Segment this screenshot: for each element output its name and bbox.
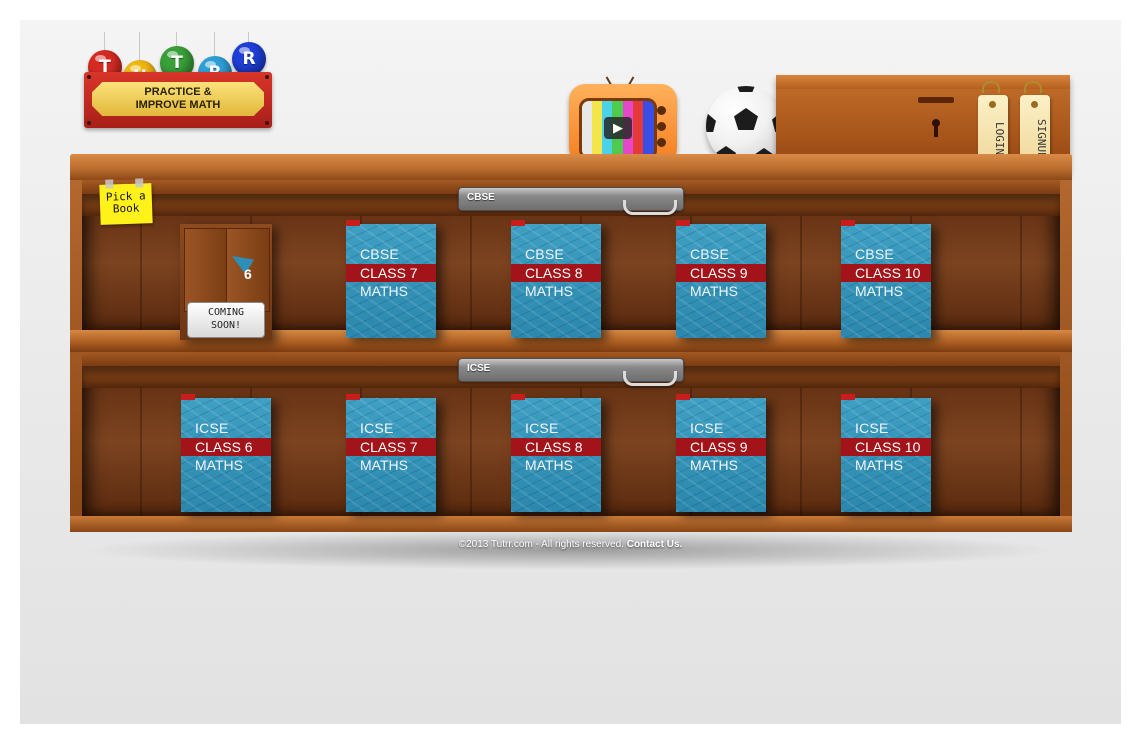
coming-line-2: SOON! bbox=[210, 320, 242, 331]
book-subject: MATHS bbox=[855, 283, 903, 299]
footer: ©2013 Tutrr.com - All rights reserved. C… bbox=[20, 539, 1121, 550]
shelf-top bbox=[70, 154, 1072, 180]
book-board: ICSE bbox=[360, 420, 394, 436]
section-name: ICSE bbox=[467, 363, 491, 374]
book-subject: MATHS bbox=[690, 457, 738, 473]
logo-string bbox=[139, 32, 140, 62]
book-board: ICSE bbox=[195, 420, 229, 436]
tagline-line-1: PRACTICE & bbox=[144, 86, 212, 98]
shelf-bottom bbox=[70, 516, 1072, 532]
rivet bbox=[87, 121, 91, 125]
section-label-icse[interactable]: ICSE bbox=[458, 358, 684, 386]
book-class: CLASS 7 bbox=[346, 264, 436, 282]
drawer-handle-icon bbox=[623, 371, 677, 386]
book-class: CLASS 6 bbox=[181, 438, 271, 456]
book-board: CBSE bbox=[360, 246, 399, 262]
tutrr-logo[interactable]: T U T R R PRACTICE & IMPROVE MATH bbox=[84, 32, 274, 132]
tv-icon: ▶ bbox=[569, 84, 677, 164]
drawer-handle-icon bbox=[623, 200, 677, 215]
book-icse-class-9[interactable]: ICSE CLASS 9 MATHS bbox=[676, 394, 766, 512]
book-subject: MATHS bbox=[360, 283, 408, 299]
section-name: CBSE bbox=[467, 192, 495, 203]
book-class: CLASS 10 bbox=[841, 438, 931, 456]
book-placeholder-coming-soon: 6 COMING SOON! bbox=[180, 224, 272, 340]
book-cbse-class-8[interactable]: CBSE CLASS 8 MATHS bbox=[511, 220, 601, 338]
cabinet-door bbox=[184, 228, 228, 312]
tape-icon bbox=[105, 179, 114, 189]
book-cbse-class-10[interactable]: CBSE CLASS 10 MATHS bbox=[841, 220, 931, 338]
book-subject: MATHS bbox=[525, 457, 573, 473]
coming-soon-badge: COMING SOON! bbox=[187, 302, 265, 338]
book-subject: MATHS bbox=[690, 283, 738, 299]
book-icse-class-7[interactable]: ICSE CLASS 7 MATHS bbox=[346, 394, 436, 512]
bookmark-icon bbox=[676, 394, 690, 400]
logo-letter-ball: R bbox=[232, 42, 266, 76]
book-board: CBSE bbox=[855, 246, 894, 262]
bookmark-icon bbox=[841, 394, 855, 400]
bookmark-icon bbox=[841, 220, 855, 226]
book-subject: MATHS bbox=[360, 457, 408, 473]
page-canvas: T U T R R PRACTICE & IMPROVE MATH ▶ bbox=[20, 20, 1121, 724]
tape-icon bbox=[135, 178, 144, 188]
tv-screen: ▶ bbox=[579, 98, 657, 160]
class-number: 6 bbox=[244, 266, 252, 282]
bookmark-icon bbox=[511, 220, 525, 226]
copyright-text: ©2013 Tutrr.com - All rights reserved. bbox=[458, 539, 624, 550]
tagline-line-2: IMPROVE MATH bbox=[135, 99, 221, 111]
book-board: CBSE bbox=[525, 246, 564, 262]
book-board: CBSE bbox=[690, 246, 729, 262]
book-board: ICSE bbox=[525, 420, 559, 436]
contact-us-link[interactable]: Contact Us. bbox=[627, 539, 683, 550]
book-class: CLASS 10 bbox=[841, 264, 931, 282]
ball-patch bbox=[706, 114, 716, 132]
book-class: CLASS 9 bbox=[676, 438, 766, 456]
book-icse-class-10[interactable]: ICSE CLASS 10 MATHS bbox=[841, 394, 931, 512]
rivet bbox=[265, 75, 269, 79]
book-subject: MATHS bbox=[855, 457, 903, 473]
book-class: CLASS 8 bbox=[511, 264, 601, 282]
keyhole-icon bbox=[932, 119, 940, 139]
book-class: CLASS 7 bbox=[346, 438, 436, 456]
bookmark-icon bbox=[346, 394, 360, 400]
book-board: ICSE bbox=[855, 420, 889, 436]
logo-string bbox=[214, 32, 215, 58]
section-label-cbse[interactable]: CBSE bbox=[458, 187, 684, 215]
book-class: CLASS 8 bbox=[511, 438, 601, 456]
rivet bbox=[87, 75, 91, 79]
hook-icon bbox=[982, 81, 1000, 93]
book-class: CLASS 9 bbox=[676, 264, 766, 282]
logo-string bbox=[104, 32, 105, 52]
book-cbse-class-7[interactable]: CBSE CLASS 7 MATHS bbox=[346, 220, 436, 338]
bookmark-icon bbox=[511, 394, 525, 400]
book-subject: MATHS bbox=[195, 457, 243, 473]
hook-icon bbox=[1024, 81, 1042, 93]
logo-board: PRACTICE & IMPROVE MATH bbox=[84, 72, 272, 128]
tv-knob-icon bbox=[657, 138, 666, 147]
book-board: ICSE bbox=[690, 420, 724, 436]
bookmark-icon bbox=[346, 220, 360, 226]
shelf-shadow bbox=[80, 530, 1060, 570]
book-cbse-class-9[interactable]: CBSE CLASS 9 MATHS bbox=[676, 220, 766, 338]
tv-knob-icon bbox=[657, 122, 666, 131]
book-icse-class-6[interactable]: ICSE CLASS 6 MATHS bbox=[181, 394, 271, 512]
rivet bbox=[265, 121, 269, 125]
pick-a-book-note: Pick a Book bbox=[99, 178, 153, 225]
note-line-2: Book bbox=[112, 201, 140, 216]
book-icse-class-8[interactable]: ICSE CLASS 8 MATHS bbox=[511, 394, 601, 512]
tv-video-button[interactable]: ▶ bbox=[569, 76, 677, 164]
bookmark-icon bbox=[181, 394, 195, 400]
logo-tagline: PRACTICE & IMPROVE MATH bbox=[92, 82, 264, 116]
coming-line-1: COMING bbox=[207, 307, 245, 318]
bookmark-icon bbox=[676, 220, 690, 226]
ball-patch bbox=[736, 86, 756, 92]
play-icon: ▶ bbox=[604, 117, 632, 139]
tv-knob-icon bbox=[657, 106, 666, 115]
book-subject: MATHS bbox=[525, 283, 573, 299]
box-slot bbox=[918, 97, 954, 103]
ball-patch bbox=[734, 108, 758, 130]
